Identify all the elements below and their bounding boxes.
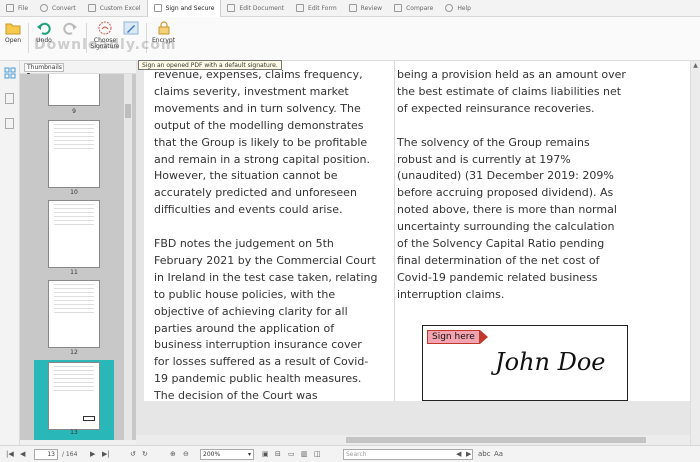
convert-icon	[40, 4, 49, 12]
page-thumbnail[interactable]	[48, 200, 100, 268]
attachment-icon[interactable]	[5, 118, 14, 129]
folder-icon	[5, 23, 21, 35]
page-number-label: 11	[70, 269, 78, 276]
single-page-icon[interactable]: ▭	[288, 450, 295, 458]
page-thumbnail[interactable]	[48, 120, 100, 188]
tab-file[interactable]: File	[0, 0, 34, 17]
document-horizontal-scrollbar[interactable]	[136, 435, 690, 445]
continuous-page-icon[interactable]: ▥	[301, 450, 308, 458]
page-thumbnail[interactable]	[48, 74, 100, 106]
undo-icon	[37, 22, 51, 35]
search-prev-icon[interactable]: ◀	[456, 450, 461, 458]
column-divider	[394, 61, 395, 401]
tab-help[interactable]: Help	[439, 0, 477, 17]
two-page-icon[interactable]: ◫	[314, 450, 321, 458]
redo-button[interactable]	[62, 21, 78, 35]
pen-icon	[123, 21, 139, 35]
paragraph: The solvency of the Group remains robust…	[397, 135, 617, 301]
search-next-icon[interactable]: ▶	[466, 450, 471, 458]
fit-page-icon[interactable]: ▣	[262, 450, 269, 458]
signature-text: John Doe	[495, 348, 606, 376]
pdf-page: revenue, expenses, claims frequency, cla…	[144, 61, 690, 402]
ribbon-separator	[28, 23, 29, 53]
compare-icon	[394, 4, 403, 12]
open-button[interactable]: Open	[5, 21, 21, 44]
total-pages: / 164	[62, 451, 78, 458]
page-number-label: 12	[70, 349, 78, 356]
table-icon	[87, 4, 96, 12]
grid-view-icon[interactable]	[0, 67, 19, 81]
scroll-up-icon[interactable]: ▲	[691, 62, 700, 69]
help-icon	[445, 4, 454, 12]
lock-icon	[158, 21, 170, 35]
thumbnail-header: Thumbnails ▾	[20, 61, 136, 78]
zoom-out-icon[interactable]: ⊖	[183, 450, 189, 458]
signature-field[interactable]: Sign here John Doe	[422, 325, 628, 401]
page-thumbnail-selected[interactable]	[48, 362, 100, 430]
page-thumbnail[interactable]	[48, 280, 100, 348]
watermark-text: Downloadly.com	[34, 37, 177, 53]
tab-custom-excel[interactable]: Custom Excel	[82, 0, 147, 17]
paragraph: revenue, expenses, claims frequency, cla…	[154, 68, 370, 217]
first-page-icon[interactable]: |◀	[6, 450, 14, 458]
tooltip: Sign an opened PDF with a default signat…	[138, 60, 282, 70]
sign-here-tag[interactable]: Sign here	[427, 330, 488, 344]
review-icon	[348, 4, 357, 12]
rotate-right-icon[interactable]: ↻	[142, 450, 148, 458]
match-case-icon[interactable]: abc	[478, 450, 491, 458]
file-icon	[6, 4, 14, 12]
document-vertical-scrollbar[interactable]: ▲	[690, 61, 700, 445]
page-number-label: 9	[72, 108, 76, 115]
tab-edit-document[interactable]: Edit Document	[221, 0, 290, 17]
tab-sign-and-secure[interactable]: Sign and Secure	[146, 0, 222, 17]
next-page-icon[interactable]: ▶	[90, 450, 95, 458]
tab-review[interactable]: Review	[343, 0, 388, 17]
ribbon: Open Undo Choose Signature Encrypt Downl…	[0, 17, 700, 61]
edit-icon	[227, 4, 236, 12]
redo-icon	[63, 22, 77, 35]
status-bar: |◀ ◀ 13 / 164 ▶ ▶| ↺ ↻ ⊕ ⊖ 200% ▾ ▣ ⊟ ▭ ▥…	[0, 445, 700, 462]
paragraph: being a provision held as an amount over…	[397, 68, 626, 115]
bookmark-icon[interactable]	[5, 93, 14, 104]
rotate-left-icon[interactable]: ↺	[130, 450, 136, 458]
prev-page-icon[interactable]: ◀	[20, 450, 25, 458]
form-icon	[296, 4, 305, 12]
zoom-select[interactable]: 200% ▾	[200, 449, 254, 460]
page-number-label: 10	[70, 189, 78, 196]
left-icon-bar	[0, 61, 20, 445]
page-number-label: 13	[70, 429, 78, 436]
tab-compare[interactable]: Compare	[388, 0, 439, 17]
thumbnail-view-select[interactable]: Thumbnails ▾	[24, 63, 64, 78]
paragraph: FBD notes the judgement on 5th February …	[154, 237, 378, 403]
thumbnail-scrollbar[interactable]	[124, 74, 132, 440]
last-page-icon[interactable]: ▶|	[102, 450, 110, 458]
thumbnail-panel: 9 10 11 12 13	[20, 74, 136, 440]
tab-convert[interactable]: Convert	[34, 0, 82, 17]
sign-pen-button[interactable]	[123, 21, 139, 35]
tab-edit-form[interactable]: Edit Form	[290, 0, 343, 17]
signature-seal-icon	[98, 21, 112, 35]
page-number-input[interactable]: 13	[34, 449, 58, 460]
document-area: revenue, expenses, claims frequency, cla…	[136, 61, 690, 435]
fit-width-icon[interactable]: ⊟	[275, 450, 281, 458]
search-input[interactable]: Search	[343, 449, 473, 460]
zoom-in-icon[interactable]: ⊕	[170, 450, 176, 458]
sign-icon	[153, 4, 162, 12]
menubar: File Convert Custom Excel Sign and Secur…	[0, 0, 700, 17]
left-text-column: revenue, expenses, claims frequency, cla…	[154, 67, 380, 422]
whole-word-icon[interactable]: Aa	[494, 450, 503, 458]
right-text-column: being a provision held as an amount over…	[397, 67, 627, 321]
